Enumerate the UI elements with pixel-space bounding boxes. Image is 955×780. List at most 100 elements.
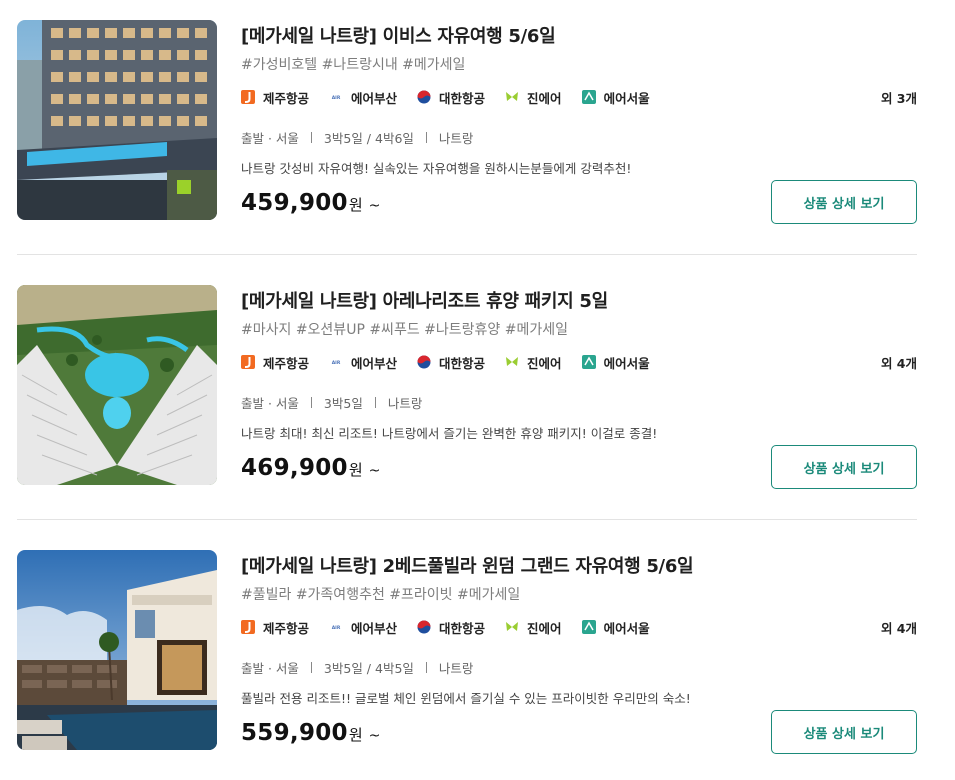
jeju-air-icon <box>241 355 255 369</box>
airline-airbusan: AIR 에어부산 <box>329 618 397 637</box>
airline-name: 진에어 <box>527 90 562 106</box>
airline-name: 에어서울 <box>603 620 650 636</box>
jin-air-icon <box>506 92 519 101</box>
airline-list: 제주항공 AIR 에어부산 대한항공 진에어 에어서울 <box>241 88 670 106</box>
airline-jin-air: 진에어 <box>505 88 562 107</box>
korean-air-icon <box>417 355 431 369</box>
meta-divider <box>374 397 376 408</box>
airline-korean-air: 대한항공 <box>417 88 485 107</box>
price-suffix: ~ <box>368 463 381 479</box>
product-card[interactable]: [메가세일 나트랑] 이비스 자유여행 5/6일 #가성비호텔 #나트랑시내 #… <box>17 20 917 224</box>
product-description: 나트랑 갓성비 자유여행! 실속있는 자유여행을 원하시는분들에게 강력추천! <box>241 161 632 176</box>
air-busan-icon: AIR <box>332 625 341 631</box>
airline-air-seoul: 에어서울 <box>581 88 650 107</box>
airline-jin-air: 진에어 <box>505 353 562 372</box>
airline-airbusan: AIR 에어부산 <box>329 88 397 107</box>
jin-air-icon <box>506 357 519 366</box>
airline-jin-air: 진에어 <box>505 618 562 637</box>
price-amount: 459,900 <box>241 190 348 216</box>
jeju-air-icon <box>241 620 255 634</box>
korean-air-icon <box>417 90 431 104</box>
product-card[interactable]: [메가세일 나트랑] 2베드풀빌라 윈덤 그랜드 자유여행 5/6일 #풀빌라 … <box>17 550 917 754</box>
airline-name: 제주항공 <box>263 90 310 106</box>
airline-jeju: 제주항공 <box>241 618 309 637</box>
svg-text:AIR: AIR <box>332 95 341 101</box>
meta-divider <box>425 132 427 143</box>
product-price: 559,900원 ~ <box>241 720 380 746</box>
price-amount: 469,900 <box>241 455 348 481</box>
airline-name: 제주항공 <box>263 355 310 371</box>
trip-meta: 출발 · 서울 3박5일 / 4박6일 나트랑 <box>241 128 473 147</box>
air-seoul-icon <box>581 620 596 634</box>
product-tags: #마사지 #오션뷰UP #씨푸드 #나트랑휴양 #메가세일 <box>241 322 568 338</box>
trip-meta: 출발 · 서울 3박5일 / 4박5일 나트랑 <box>241 658 473 677</box>
duration: 3박5일 / 4박5일 <box>323 661 414 676</box>
destination: 나트랑 <box>387 396 423 411</box>
airline-name: 에어부산 <box>351 90 398 106</box>
korean-air-icon <box>417 620 431 634</box>
airline-jeju: 제주항공 <box>241 353 309 372</box>
price-unit: 원 <box>348 461 363 479</box>
product-detail-button[interactable]: 상품 상세 보기 <box>771 445 917 489</box>
price-unit: 원 <box>348 196 363 214</box>
air-seoul-icon <box>581 355 596 369</box>
svg-text:AIR: AIR <box>332 625 341 631</box>
product-title[interactable]: [메가세일 나트랑] 이비스 자유여행 5/6일 <box>241 22 556 48</box>
meta-divider <box>310 397 312 408</box>
product-detail-button[interactable]: 상품 상세 보기 <box>771 710 917 754</box>
airline-name: 에어서울 <box>603 90 650 106</box>
departure: 출발 · 서울 <box>241 396 299 411</box>
airline-name: 에어부산 <box>351 355 398 371</box>
more-airlines[interactable]: 외 3개 <box>881 88 917 107</box>
duration: 3박5일 <box>323 396 363 411</box>
product-price: 469,900원 ~ <box>241 455 380 481</box>
jin-air-icon <box>506 622 519 631</box>
product-description: 풀빌라 전용 리조트!! 글로벌 체인 윈덤에서 즐기실 수 있는 프라이빗한 … <box>241 691 691 706</box>
price-amount: 559,900 <box>241 720 348 746</box>
airline-korean-air: 대한항공 <box>417 353 485 372</box>
airline-airbusan: AIR 에어부산 <box>329 353 397 372</box>
product-price: 459,900원 ~ <box>241 190 380 216</box>
meta-divider <box>310 662 312 673</box>
card-divider <box>17 254 917 255</box>
jeju-air-icon <box>241 90 255 104</box>
pool-villa-photo[interactable] <box>17 550 217 750</box>
hotel-pool-photo[interactable] <box>17 20 217 220</box>
destination: 나트랑 <box>438 661 474 676</box>
airline-name: 진에어 <box>527 355 562 371</box>
departure: 출발 · 서울 <box>241 131 299 146</box>
card-divider <box>17 519 917 520</box>
product-card[interactable]: [메가세일 나트랑] 아레나리조트 휴양 패키지 5일 #마사지 #오션뷰UP … <box>17 285 917 489</box>
airline-name: 대한항공 <box>439 90 486 106</box>
airline-name: 에어부산 <box>351 620 398 636</box>
airline-air-seoul: 에어서울 <box>581 353 650 372</box>
air-busan-icon: AIR <box>332 95 341 101</box>
airline-list: 제주항공 AIR 에어부산 대한항공 진에어 에어서울 <box>241 353 670 371</box>
departure: 출발 · 서울 <box>241 661 299 676</box>
airline-name: 진에어 <box>527 620 562 636</box>
meta-divider <box>425 662 427 673</box>
trip-meta: 출발 · 서울 3박5일 나트랑 <box>241 393 422 412</box>
air-busan-icon: AIR <box>332 360 341 366</box>
resort-aerial-photo[interactable] <box>17 285 217 485</box>
more-airlines[interactable]: 외 4개 <box>881 353 917 372</box>
svg-text:AIR: AIR <box>332 360 341 366</box>
price-unit: 원 <box>348 726 363 744</box>
airline-name: 에어서울 <box>603 355 650 371</box>
price-suffix: ~ <box>368 728 381 744</box>
product-title[interactable]: [메가세일 나트랑] 아레나리조트 휴양 패키지 5일 <box>241 287 608 313</box>
product-title[interactable]: [메가세일 나트랑] 2베드풀빌라 윈덤 그랜드 자유여행 5/6일 <box>241 552 694 578</box>
airline-air-seoul: 에어서울 <box>581 618 650 637</box>
destination: 나트랑 <box>438 131 474 146</box>
product-detail-button[interactable]: 상품 상세 보기 <box>771 180 917 224</box>
duration: 3박5일 / 4박6일 <box>323 131 414 146</box>
airline-name: 대한항공 <box>439 355 486 371</box>
airline-name: 대한항공 <box>439 620 486 636</box>
more-airlines[interactable]: 외 4개 <box>881 618 917 637</box>
meta-divider <box>310 132 312 143</box>
product-tags: #풀빌라 #가족여행추천 #프라이빗 #메가세일 <box>241 587 521 603</box>
airline-jeju: 제주항공 <box>241 88 309 107</box>
product-description: 나트랑 최대! 최신 리조트! 나트랑에서 즐기는 완벽한 휴양 패키지! 이걸… <box>241 426 658 441</box>
airline-korean-air: 대한항공 <box>417 618 485 637</box>
air-seoul-icon <box>581 90 596 104</box>
